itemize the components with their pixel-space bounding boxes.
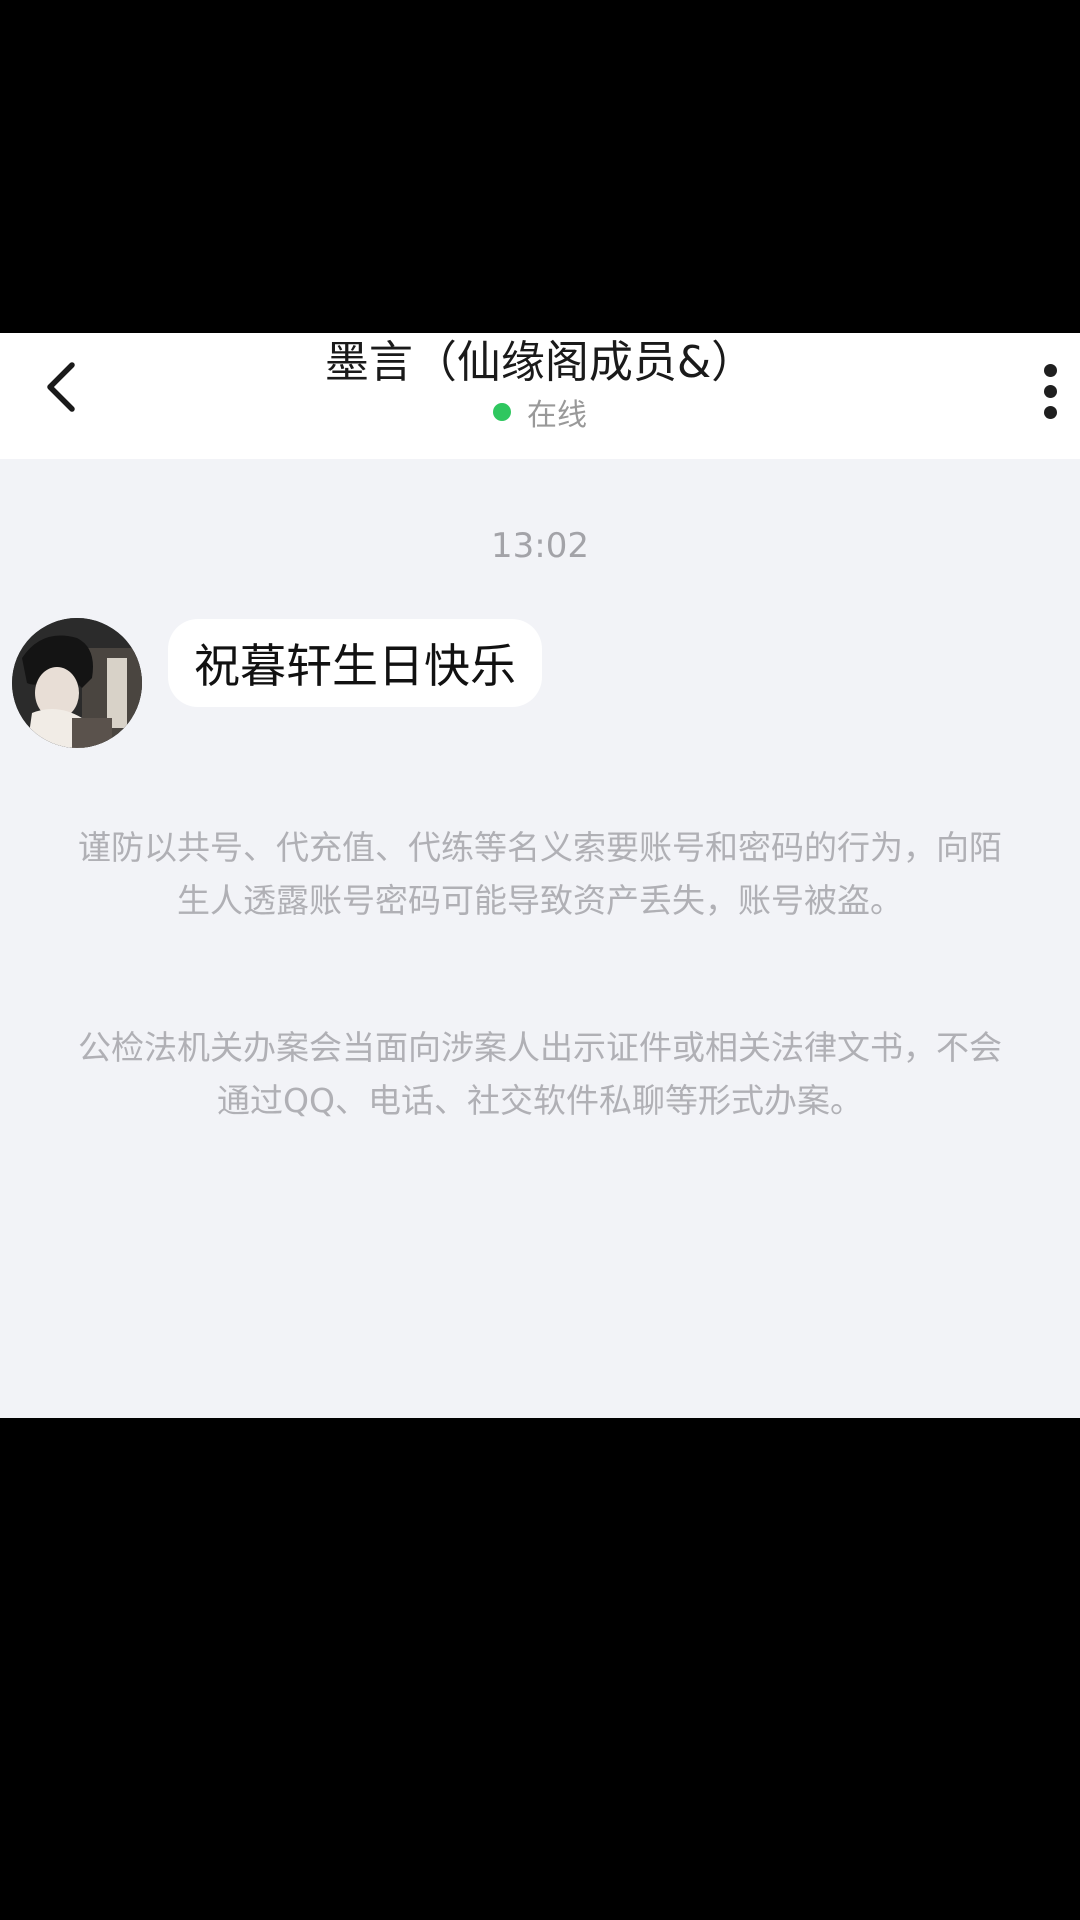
more-options-button[interactable] xyxy=(1020,351,1080,431)
status-label: 在线 xyxy=(527,398,587,433)
legal-notice: 公检法机关办案会当面向涉案人出示证件或相关法律文书，不会通过QQ、电话、社交软件… xyxy=(78,1028,1002,1120)
header-title-area: 墨言（仙缘阁成员&） 在线 xyxy=(200,333,880,459)
message-timestamp: 13:02 xyxy=(491,526,589,566)
chevron-left-icon xyxy=(47,362,75,412)
avatar[interactable] xyxy=(12,618,142,748)
letterbox-bottom xyxy=(0,1418,1080,1920)
security-notice: 谨防以共号、代充值、代练等名义索要账号和密码的行为，向陌生人透露账号密码可能导致… xyxy=(78,828,1002,920)
online-dot-icon xyxy=(493,403,511,421)
chat-screen: 墨言（仙缘阁成员&） 在线 13:02 祝暮轩生日快乐 谨防以共号、代充值、代练… xyxy=(0,333,1080,1418)
more-vertical-icon xyxy=(1043,363,1057,377)
more-vertical-icon xyxy=(1043,405,1057,419)
contact-name: 墨言（仙缘阁成员&） xyxy=(324,337,756,388)
letterbox-top xyxy=(0,0,1080,333)
more-vertical-icon xyxy=(1043,384,1057,398)
chat-header: 墨言（仙缘阁成员&） 在线 xyxy=(0,333,1080,459)
avatar-photo xyxy=(12,618,142,748)
back-button[interactable] xyxy=(30,347,94,427)
message-bubble[interactable]: 祝暮轩生日快乐 xyxy=(168,619,542,707)
online-status: 在线 xyxy=(200,388,880,436)
